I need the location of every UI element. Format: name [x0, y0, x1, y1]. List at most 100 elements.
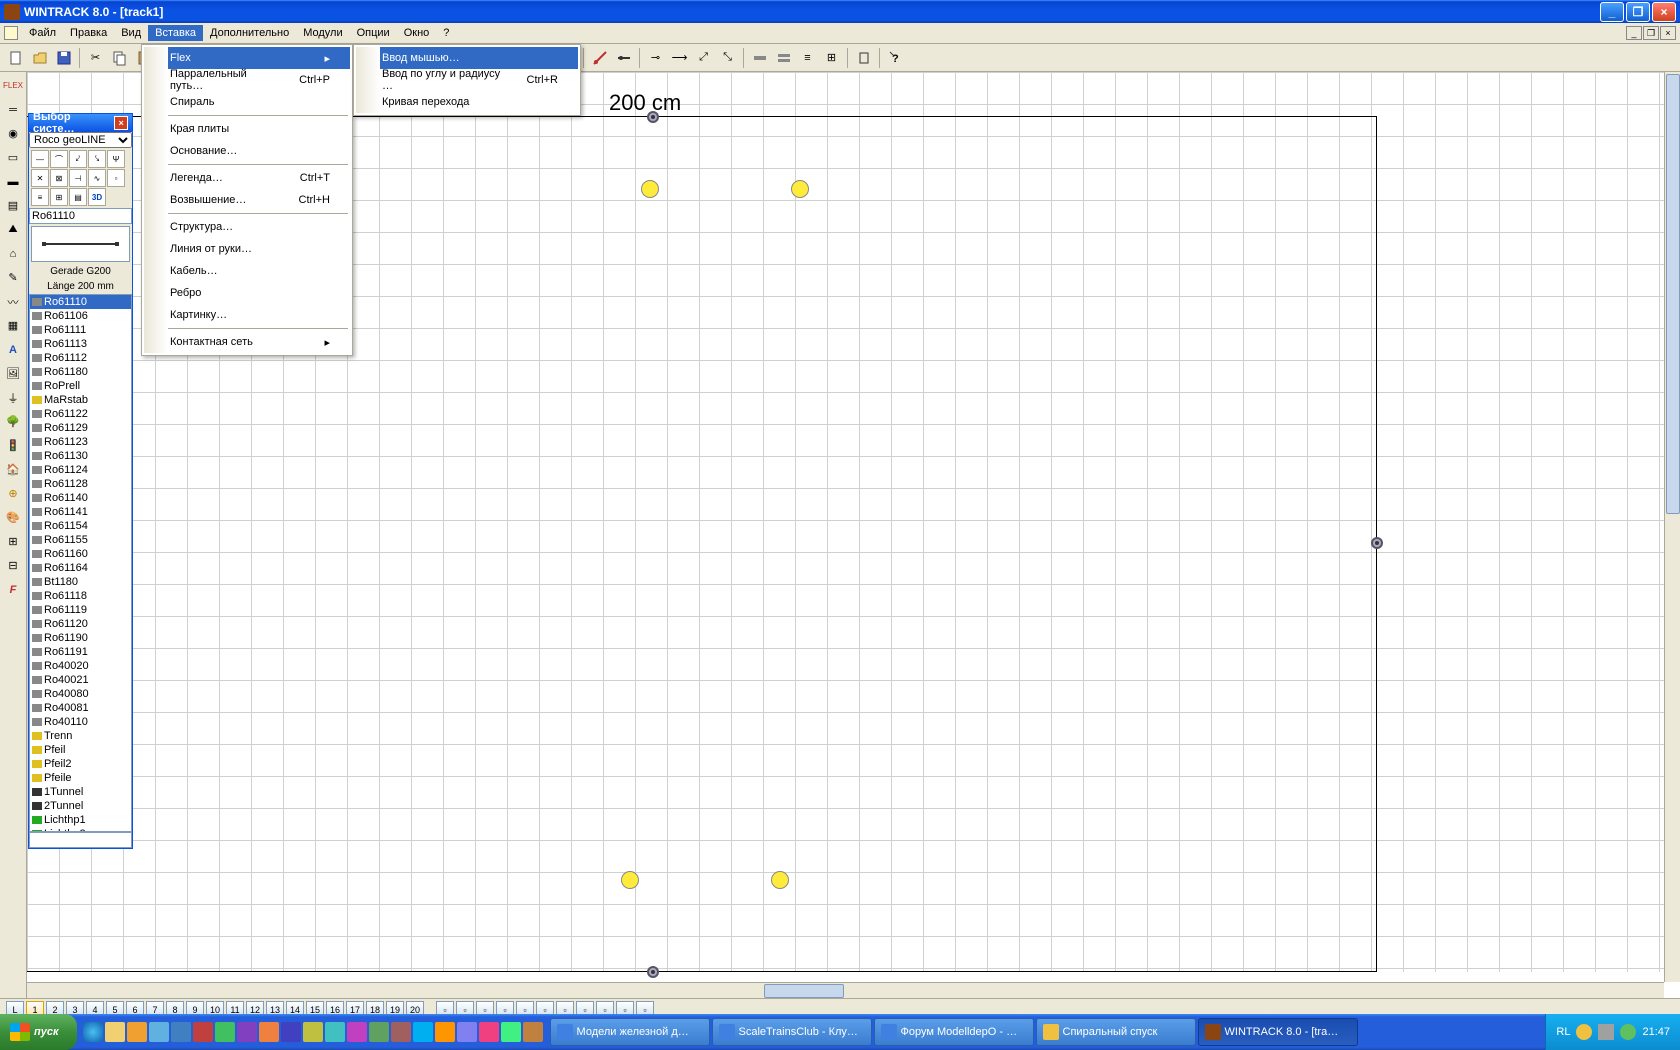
track-part-item[interactable]: Ro61118 [30, 589, 131, 603]
track-part-item[interactable]: Ro61122 [30, 407, 131, 421]
ql-firefox-icon[interactable] [435, 1022, 455, 1042]
insert-menu-item[interactable]: ▫Основание… [144, 140, 350, 162]
palette-spiral-icon[interactable]: ◉ [2, 122, 25, 145]
track-part-item[interactable]: Trenn [30, 729, 131, 743]
track-part-item[interactable]: RoPrell [30, 379, 131, 393]
shape-end-icon[interactable]: ⊣ [69, 169, 87, 187]
track-part-item[interactable]: Ro61141 [30, 505, 131, 519]
track-part-item[interactable]: Ro61164 [30, 561, 131, 575]
track-part-item[interactable]: Pfeile [30, 771, 131, 785]
window-close-button[interactable]: × [1652, 2, 1676, 22]
insert-menu-item[interactable]: ▫Линия от руки… [144, 238, 350, 260]
menu-правка[interactable]: Правка [63, 25, 114, 41]
shape-cross-icon[interactable]: ✕ [31, 169, 49, 187]
menu-?[interactable]: ? [436, 25, 456, 41]
palette-signal-icon[interactable]: 🚦 [2, 434, 25, 457]
window-minimize-button[interactable]: _ [1600, 2, 1624, 22]
palette-flex-icon[interactable]: FLEX [2, 74, 25, 97]
tool-measure[interactable] [588, 46, 611, 69]
palette-cable-icon[interactable]: 〰 [2, 290, 25, 313]
tool-j[interactable] [612, 46, 635, 69]
tray-icon-2[interactable] [1620, 1024, 1636, 1040]
ql-app7-icon[interactable] [303, 1022, 323, 1042]
menu-вид[interactable]: Вид [114, 25, 148, 41]
tool-layer2[interactable] [772, 46, 795, 69]
track-piece-2[interactable]: 61110 [621, 868, 789, 892]
shape-straight-icon[interactable]: — [31, 150, 49, 168]
open-button[interactable] [28, 46, 51, 69]
copy-button[interactable] [108, 46, 131, 69]
language-indicator[interactable]: RL [1556, 1026, 1570, 1038]
ql-outlook-icon[interactable] [127, 1022, 147, 1042]
ql-app5-icon[interactable] [259, 1022, 279, 1042]
track-part-item[interactable]: Ro61191 [30, 645, 131, 659]
track-part-item[interactable]: Ro61180 [30, 365, 131, 379]
palette-image-icon[interactable]: 🖼 [2, 362, 25, 385]
ql-app13-icon[interactable] [479, 1022, 499, 1042]
track-part-item[interactable]: Ro40081 [30, 701, 131, 715]
track-part-item[interactable]: Ro61111 [30, 323, 131, 337]
track-part-item[interactable]: Ro61123 [30, 435, 131, 449]
track-part-item[interactable]: Ro61190 [30, 631, 131, 645]
track-part-item[interactable]: Ro61112 [30, 351, 131, 365]
track-part-item[interactable]: Ro40080 [30, 687, 131, 701]
ql-desktop-icon[interactable] [149, 1022, 169, 1042]
track-part-item[interactable]: Ro40021 [30, 673, 131, 687]
ql-ie-icon[interactable] [83, 1022, 103, 1042]
tool-layer3[interactable]: ≡ [796, 46, 819, 69]
mdi-close-button[interactable]: × [1660, 26, 1676, 40]
tool-layer4[interactable]: ⊞ [820, 46, 843, 69]
mdi-minimize-button[interactable]: _ [1626, 26, 1642, 40]
ql-app3-icon[interactable] [215, 1022, 235, 1042]
insert-menu-item[interactable]: ▫Ребро [144, 282, 350, 304]
taskbar-task[interactable]: Спиральный спуск [1036, 1018, 1196, 1046]
shape-3way-icon[interactable]: Ψ [107, 150, 125, 168]
tool-layer1[interactable] [748, 46, 771, 69]
help-button[interactable]: ? [884, 46, 907, 69]
tray-icon-1[interactable] [1576, 1024, 1592, 1040]
part-code-input[interactable] [29, 208, 132, 224]
tool-snap1[interactable]: ⊸ [644, 46, 667, 69]
menu-файл[interactable]: Файл [22, 25, 63, 41]
palette-misc2-icon[interactable]: ⊟ [2, 554, 25, 577]
ql-app11-icon[interactable] [391, 1022, 411, 1042]
insert-menu-item[interactable]: ▫Контактная сеть▸ [144, 331, 350, 353]
tool-elev1[interactable] [852, 46, 875, 69]
palette-parallel-icon[interactable]: ═ [2, 98, 25, 121]
vertical-scrollbar[interactable] [1664, 72, 1680, 982]
ql-app10-icon[interactable] [369, 1022, 389, 1042]
track-part-item[interactable]: Ro40110 [30, 715, 131, 729]
track-part-item[interactable]: 1Tunnel [30, 785, 131, 799]
shape-switch-l-icon[interactable]: ⤦ [69, 150, 87, 168]
track-part-item[interactable]: Ro61128 [30, 477, 131, 491]
menu-окно[interactable]: Окно [397, 25, 437, 41]
ql-app14-icon[interactable] [501, 1022, 521, 1042]
palette-text-icon[interactable]: A [2, 338, 25, 361]
insert-menu-item[interactable]: ▫Края плиты [144, 118, 350, 140]
insert-menu-item[interactable]: ▫Парралельный путь…Ctrl+P [144, 69, 350, 91]
panel-close-button[interactable]: × [114, 116, 128, 130]
insert-menu-item[interactable]: ▫Возвышение…Ctrl+H [144, 189, 350, 211]
insert-menu-item[interactable]: ▫Кабель… [144, 260, 350, 282]
insert-menu-item[interactable]: ▫Легенда…Ctrl+T [144, 167, 350, 189]
menu-опции[interactable]: Опции [350, 25, 397, 41]
taskbar-task[interactable]: WINTRACK 8.0 - [tra… [1198, 1018, 1358, 1046]
ql-app6-icon[interactable] [281, 1022, 301, 1042]
view-detail-icon[interactable]: ▤ [69, 188, 87, 206]
menu-модули[interactable]: Модули [296, 25, 349, 41]
flex-submenu-item[interactable]: ▫Ввод мышью… [356, 47, 578, 69]
tool-snap4[interactable]: ⤡ [716, 46, 739, 69]
ql-app4-icon[interactable] [237, 1022, 257, 1042]
ql-app1-icon[interactable] [171, 1022, 191, 1042]
palette-legend-icon[interactable]: ▤ [2, 194, 25, 217]
ql-skype-icon[interactable] [413, 1022, 433, 1042]
cut-button[interactable]: ✂ [84, 46, 107, 69]
taskbar-task[interactable]: Форум ModelldepO - … [874, 1018, 1034, 1046]
flex-submenu-item[interactable]: Кривая перехода [356, 91, 578, 113]
marker-right[interactable] [1371, 537, 1383, 549]
tool-snap2[interactable]: ⟶ [668, 46, 691, 69]
flex-submenu-item[interactable]: ▫Ввод по углу и радиусу …Ctrl+R [356, 69, 578, 91]
menu-дополнительно[interactable]: Дополнительно [203, 25, 296, 41]
track-part-item[interactable]: Ro61155 [30, 533, 131, 547]
palette-misc1-icon[interactable]: ⊞ [2, 530, 25, 553]
